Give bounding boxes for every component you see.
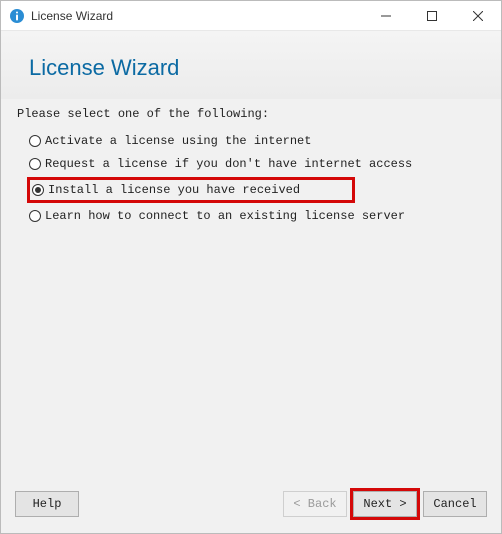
page-title: License Wizard <box>29 55 501 81</box>
option-row[interactable]: Learn how to connect to an existing lice… <box>27 206 485 226</box>
window-title: License Wizard <box>31 9 363 23</box>
help-button[interactable]: Help <box>15 491 79 517</box>
content-area: License Wizard Please select one of the … <box>1 31 501 533</box>
next-button[interactable]: Next > <box>353 491 417 517</box>
option-row[interactable]: Request a license if you don't have inte… <box>27 154 485 174</box>
radio-icon[interactable] <box>32 184 44 196</box>
option-label: Learn how to connect to an existing lice… <box>45 209 405 223</box>
header-band: License Wizard <box>1 31 501 99</box>
radio-icon[interactable] <box>29 158 41 170</box>
prompt-text: Please select one of the following: <box>17 107 485 121</box>
option-row[interactable]: Activate a license using the internet <box>27 131 485 151</box>
option-row[interactable]: Install a license you have received <box>27 177 355 203</box>
options-group: Activate a license using the internet Req… <box>17 131 485 226</box>
window: License Wizard License Wizard Please sel… <box>0 0 502 534</box>
app-icon <box>9 8 25 24</box>
titlebar: License Wizard <box>1 1 501 31</box>
option-label: Install a license you have received <box>48 183 300 197</box>
radio-icon[interactable] <box>29 135 41 147</box>
footer: Help < Back Next > Cancel <box>1 479 501 533</box>
back-button[interactable]: < Back <box>283 491 347 517</box>
window-controls <box>363 1 501 30</box>
radio-icon[interactable] <box>29 210 41 222</box>
option-label: Request a license if you don't have inte… <box>45 157 412 171</box>
option-label: Activate a license using the internet <box>45 134 311 148</box>
body-area: Please select one of the following: Acti… <box>1 99 501 479</box>
minimize-button[interactable] <box>363 1 409 30</box>
maximize-button[interactable] <box>409 1 455 30</box>
close-button[interactable] <box>455 1 501 30</box>
cancel-button[interactable]: Cancel <box>423 491 487 517</box>
